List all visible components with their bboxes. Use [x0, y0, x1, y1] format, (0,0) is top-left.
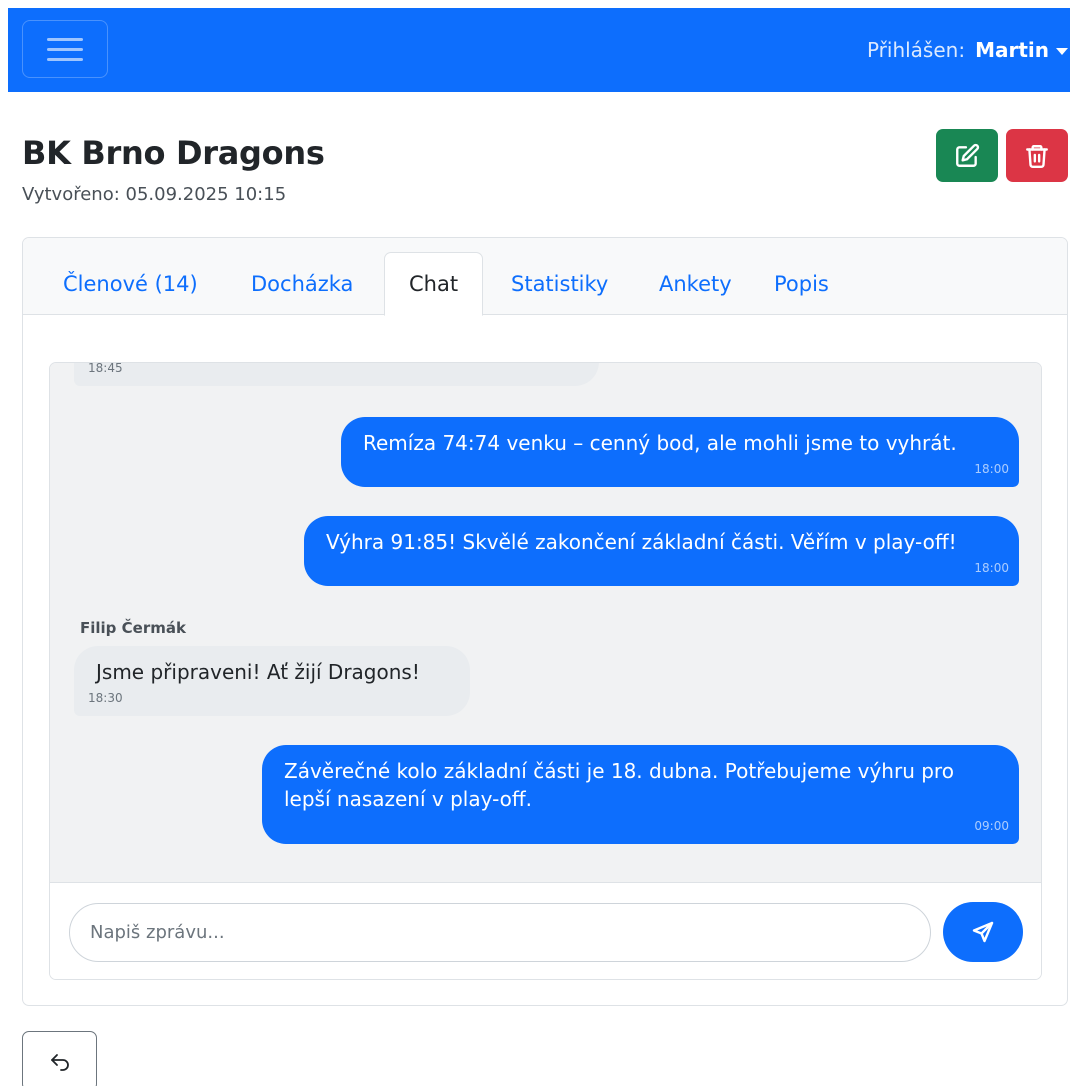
message-input[interactable]: [69, 903, 931, 962]
message-sender: Filip Čermák: [80, 619, 186, 637]
chat-messages-list[interactable]: 18:45 Remíza 74:74 venku – cenný bod, al…: [50, 363, 1041, 882]
message-time: 18:00: [974, 561, 1009, 575]
pencil-square-icon: [956, 143, 980, 167]
logged-in-label: Přihlášen:: [866, 38, 966, 62]
chat-message-received: Jsme připraveni! Ať žijí Dragons! 18:30: [74, 646, 470, 716]
page-title: BK Brno Dragons: [22, 134, 325, 172]
send-icon: [972, 921, 994, 943]
chat-message-sent: Závěrečné kolo základní části je 18. dub…: [262, 745, 1019, 844]
delete-button[interactable]: [1006, 129, 1068, 182]
chat-panel: 18:45 Remíza 74:74 venku – cenný bod, al…: [49, 362, 1042, 980]
team-detail-card: Členové (14) Docházka Chat Statistiky An…: [22, 237, 1068, 1006]
message-text: Remíza 74:74 venku – cenný bod, ale mohl…: [363, 431, 957, 455]
tab-statistics[interactable]: Statistiky: [487, 252, 632, 315]
chat-message-sent: Remíza 74:74 venku – cenný bod, ale mohl…: [341, 417, 1019, 487]
tab-attendance[interactable]: Docházka: [227, 252, 377, 315]
tab-chat[interactable]: Chat: [384, 252, 484, 316]
menu-toggle-button[interactable]: [22, 20, 108, 78]
top-navbar: Přihlášen: Martin: [8, 8, 1070, 92]
message-time: 09:00: [974, 819, 1009, 833]
tab-description[interactable]: Popis: [750, 252, 853, 315]
user-menu-dropdown[interactable]: Přihlášen: Martin: [867, 8, 1068, 92]
tab-polls[interactable]: Ankety: [635, 252, 756, 315]
message-text: Závěrečné kolo základní části je 18. dub…: [284, 759, 954, 811]
created-date: Vytvořeno: 05.09.2025 10:15: [22, 184, 287, 205]
chat-composer: [50, 882, 1041, 979]
tab-bar: Členové (14) Docházka Chat Statistiky An…: [23, 238, 1067, 316]
caret-down-icon: [1056, 47, 1068, 55]
edit-button[interactable]: [936, 129, 998, 182]
message-time: 18:00: [974, 462, 1009, 476]
trash-icon: [1026, 144, 1048, 168]
message-time: 18:30: [88, 691, 123, 705]
chat-message-received: 18:45: [74, 363, 599, 386]
message-text: Výhra 91:85! Skvělé zakončení základní č…: [326, 530, 957, 554]
message-time: 18:45: [88, 363, 123, 375]
back-button[interactable]: [22, 1031, 97, 1086]
tab-members[interactable]: Členové (14): [39, 252, 222, 315]
message-text: Jsme připraveni! Ať žijí Dragons!: [96, 660, 420, 684]
user-name: Martin: [975, 38, 1049, 62]
chat-message-sent: Výhra 91:85! Skvělé zakončení základní č…: [304, 516, 1019, 586]
arrow-return-left-icon: [50, 1054, 69, 1071]
send-button[interactable]: [943, 902, 1023, 962]
hamburger-icon: [47, 38, 83, 41]
